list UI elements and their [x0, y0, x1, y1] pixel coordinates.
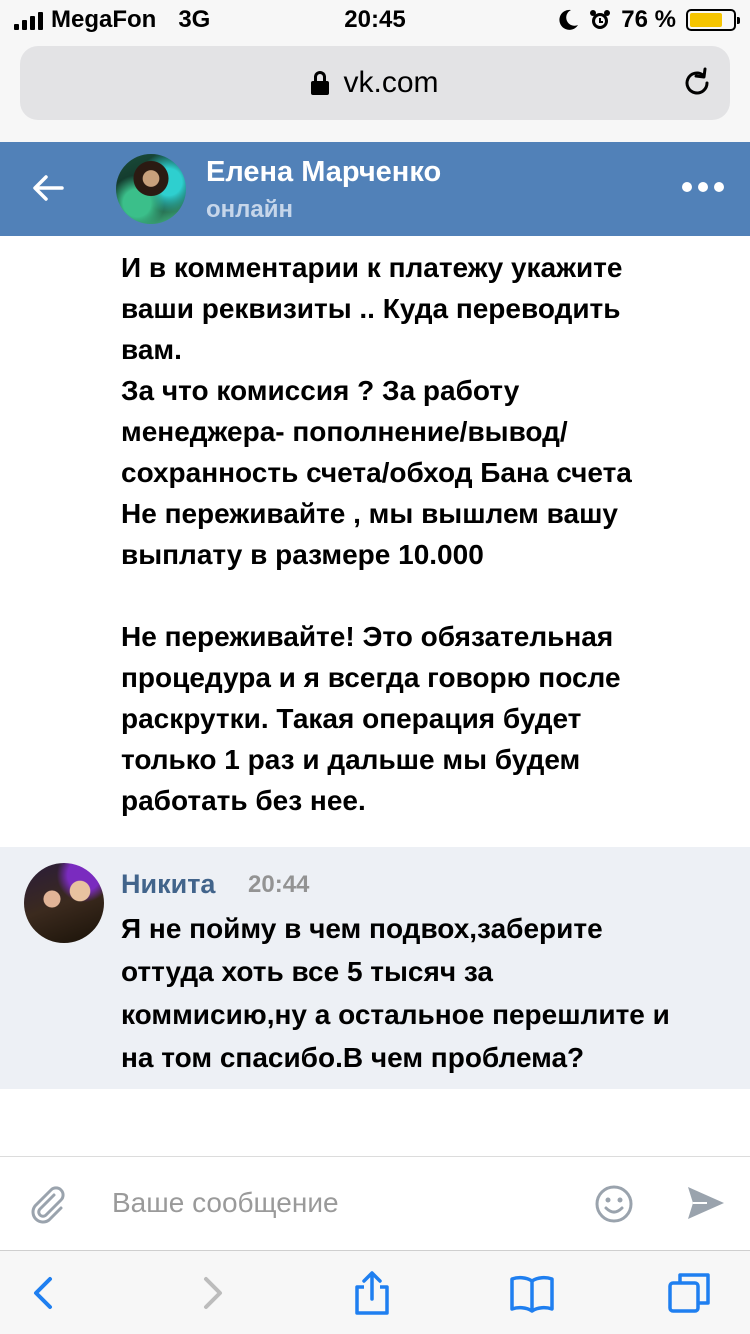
browser-toolbar — [0, 1250, 750, 1334]
message-input[interactable] — [112, 1181, 572, 1225]
more-icon[interactable] — [682, 182, 724, 192]
battery-icon — [686, 9, 740, 31]
status-right: 76 % — [559, 6, 740, 34]
message-composer — [0, 1156, 750, 1250]
status-bar: MegaFon 3G 20:45 76 % — [0, 0, 750, 40]
paperclip-icon[interactable] — [24, 1181, 68, 1225]
author-avatar[interactable] — [24, 863, 104, 943]
alarm-icon — [590, 10, 611, 29]
share-icon[interactable] — [348, 1269, 396, 1317]
author-name[interactable]: Никита — [121, 869, 215, 900]
url-text: vk.com — [343, 66, 439, 99]
contact-status: онлайн — [206, 196, 293, 223]
chevron-left-icon[interactable] — [20, 1269, 68, 1317]
moon-icon — [559, 9, 579, 30]
reload-icon[interactable] — [680, 66, 714, 100]
chevron-right-icon[interactable] — [188, 1269, 236, 1317]
smile-icon[interactable] — [594, 1184, 634, 1224]
battery-percent: 76 % — [621, 6, 676, 33]
bookmarks-icon[interactable] — [508, 1269, 556, 1317]
message-text: И в комментарии к платежу укажите ваши р… — [121, 252, 632, 816]
back-arrow-icon[interactable] — [28, 168, 68, 208]
send-icon[interactable] — [684, 1183, 726, 1223]
browser-chrome: vk.com — [0, 40, 750, 142]
chat-header: Елена Марченко онлайн — [0, 142, 750, 236]
contact-name[interactable]: Елена Марченко — [206, 156, 441, 189]
message-text: Я не пойму в чем подвох,заберите оттуда … — [121, 913, 670, 1073]
message-time: 20:44 — [248, 871, 310, 898]
contact-avatar[interactable] — [116, 154, 186, 224]
tabs-icon[interactable] — [666, 1269, 714, 1317]
address-bar[interactable]: vk.com — [20, 46, 730, 120]
message-item[interactable]: Никита 20:44 Я не пойму в чем подвох,заб… — [0, 847, 750, 1089]
lock-icon — [311, 71, 330, 95]
